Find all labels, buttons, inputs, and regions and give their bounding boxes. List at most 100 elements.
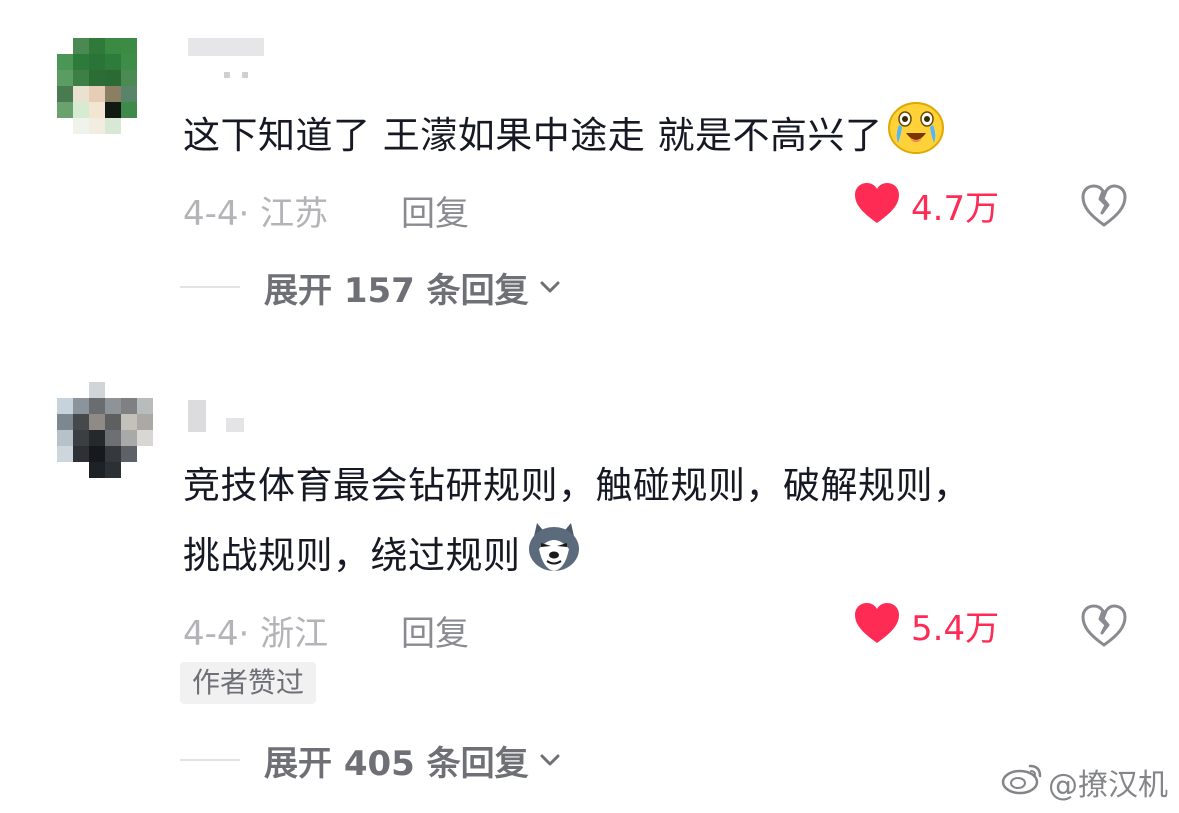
like-count: 5.4万	[911, 608, 1000, 649]
avatar-mosaic-pixel	[105, 86, 121, 102]
reply-button[interactable]: 回复	[401, 186, 469, 235]
avatar-mosaic-pixel	[73, 382, 89, 398]
broken-heart-icon[interactable]	[1080, 183, 1128, 229]
avatar-mosaic-pixel	[137, 382, 153, 398]
avatar-mosaic-pixel	[121, 38, 137, 54]
avatar-mosaic-pixel	[121, 102, 137, 118]
avatar-mosaic-pixel	[121, 86, 137, 102]
avatar-mosaic-pixel	[89, 102, 105, 118]
avatar-mosaic-pixel	[121, 462, 137, 478]
avatar-mosaic-pixel	[57, 86, 73, 102]
watermark: @撩汉机	[1000, 760, 1168, 804]
broken-heart-icon[interactable]	[1080, 603, 1128, 649]
avatar-mosaic-pixel	[137, 70, 153, 86]
avatar-mosaic-pixel	[105, 398, 121, 414]
avatar-mosaic-pixel	[73, 430, 89, 446]
comment-text-line-2: 挑战规则，绕过规则	[183, 534, 521, 577]
like-button[interactable]: 5.4万	[853, 601, 1000, 649]
avatar-mosaic-pixel	[121, 70, 137, 86]
like-count: 4.7万	[911, 188, 1000, 229]
avatar-mosaic-pixel	[105, 70, 121, 86]
avatar-mosaic-pixel	[137, 446, 153, 462]
comment-text-line-2-wrap: 挑战规则，绕过规则	[183, 519, 1143, 596]
avatar-mosaic-pixel	[57, 382, 73, 398]
comment-2: 竞技体育最会钻研规则，触碰规则，破解规则， 挑战规则，绕过规则 4-4· 浙江 …	[0, 360, 1179, 800]
avatar-mosaic-pixel	[89, 382, 105, 398]
avatar-mosaic-pixel	[137, 430, 153, 446]
avatar-mosaic-pixel	[105, 54, 121, 70]
avatar-mosaic-pixel	[121, 54, 137, 70]
avatar-mosaic-pixel	[137, 118, 153, 134]
expand-replies-button[interactable]: 展开 405 条回复	[180, 735, 563, 785]
avatar-mosaic-pixel	[73, 118, 89, 134]
avatar-mosaic-pixel	[137, 398, 153, 414]
avatar-mosaic-pixel	[137, 462, 153, 478]
avatar-mosaic-pixel	[89, 54, 105, 70]
reply-button[interactable]: 回复	[401, 606, 469, 655]
avatar-mosaic-pixel	[89, 118, 105, 134]
avatar-mosaic-pixel	[73, 102, 89, 118]
comment-meta: 4-4· 浙江 回复 5.4万	[183, 600, 1179, 654]
avatar-mosaic-pixel	[105, 382, 121, 398]
avatar-mosaic-pixel	[89, 430, 105, 446]
avatar-mosaic-pixel	[105, 446, 121, 462]
avatar-mosaic-pixel	[137, 86, 153, 102]
expand-replies-label: 展开 157 条回复	[264, 270, 529, 311]
avatar-mosaic-pixel	[73, 70, 89, 86]
avatar-mosaic-pixel	[137, 54, 153, 70]
avatar-mosaic-pixel	[57, 414, 73, 430]
chevron-down-icon	[537, 274, 563, 300]
avatar-mosaic-pixel	[73, 414, 89, 430]
avatar-mosaic-pixel	[137, 414, 153, 430]
avatar-mosaic-pixel	[105, 38, 121, 54]
avatar-mosaic-pixel	[73, 54, 89, 70]
avatar-mosaic-pixel	[89, 70, 105, 86]
avatar-mosaic-pixel	[57, 118, 73, 134]
avatar-mosaic-pixel	[89, 398, 105, 414]
avatar-mosaic-pixel	[121, 414, 137, 430]
avatar-mosaic-pixel	[57, 398, 73, 414]
expand-replies-label: 展开 405 条回复	[264, 743, 529, 784]
avatar-mosaic-pixel	[89, 414, 105, 430]
heart-icon	[853, 601, 901, 649]
avatar-mosaic-pixel	[73, 38, 89, 54]
expand-replies-button[interactable]: 展开 157 条回复	[180, 262, 563, 312]
comment-text: 这下知道了 王濛如果中途走 就是不高兴了	[183, 99, 945, 176]
avatar-mosaic-pixel	[57, 446, 73, 462]
avatar-mosaic-pixel	[73, 86, 89, 102]
avatar-mosaic-pixel	[57, 70, 73, 86]
weibo-logo-icon	[1000, 760, 1048, 804]
crying-laugh-emoji	[887, 99, 945, 176]
comment-text-line-1: 竞技体育最会钻研规则，触碰规则，破解规则，	[183, 464, 971, 507]
comment-1: 这下知道了 王濛如果中途走 就是不高兴了 4-4· 江苏 回复 4.7万 展开 …	[0, 0, 1179, 340]
avatar-mosaic-pixel	[57, 54, 73, 70]
heart-icon	[853, 181, 901, 229]
avatar-mosaic-pixel	[121, 382, 137, 398]
avatar-mosaic-pixel	[57, 38, 73, 54]
avatar-mosaic-pixel	[105, 102, 121, 118]
date-location: 4-4· 江苏	[183, 194, 329, 234]
comment-meta: 4-4· 江苏 回复 4.7万	[183, 180, 1179, 234]
avatar-mosaic-pixel	[89, 38, 105, 54]
chevron-down-icon	[537, 747, 563, 773]
avatar-mosaic-pixel	[137, 38, 153, 54]
avatar-mosaic-pixel	[121, 430, 137, 446]
avatar-mosaic-pixel	[89, 462, 105, 478]
divider-line	[180, 759, 240, 761]
avatar[interactable]	[57, 38, 153, 134]
avatar-mosaic-pixel	[57, 430, 73, 446]
avatar[interactable]	[57, 382, 153, 478]
divider-line	[180, 286, 240, 288]
avatar-mosaic-pixel	[73, 462, 89, 478]
husky-dog-emoji	[525, 519, 583, 596]
like-button[interactable]: 4.7万	[853, 181, 1000, 229]
avatar-mosaic-pixel	[105, 118, 121, 134]
avatar-mosaic-pixel	[121, 446, 137, 462]
watermark-text: @撩汉机	[1048, 768, 1168, 803]
avatar-mosaic-pixel	[121, 398, 137, 414]
comment-text-content: 这下知道了 王濛如果中途走 就是不高兴了	[183, 114, 883, 157]
avatar-mosaic-pixel	[137, 102, 153, 118]
avatar-mosaic-pixel	[57, 102, 73, 118]
author-liked-badge: 作者赞过	[180, 662, 317, 704]
comment-text: 竞技体育最会钻研规则，触碰规则，破解规则， 挑战规则，绕过规则	[183, 452, 1143, 596]
